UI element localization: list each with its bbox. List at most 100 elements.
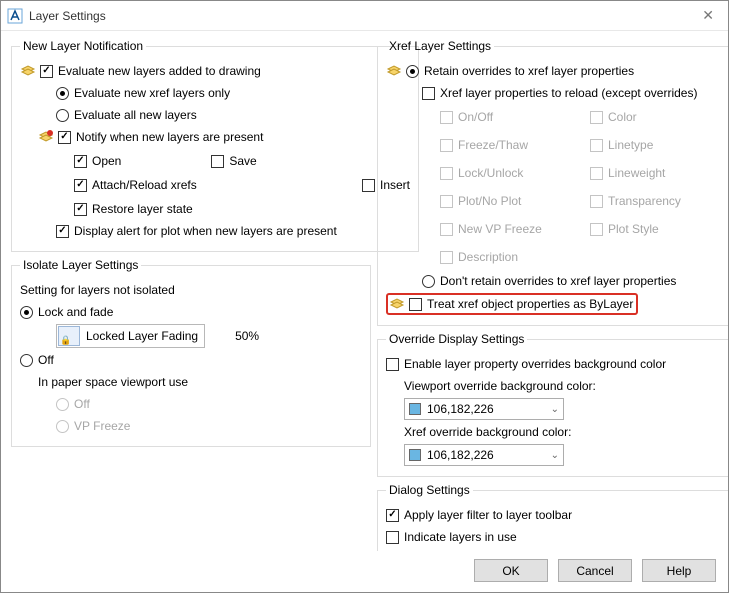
viewport-color-label: Viewport override background color: [404, 379, 596, 393]
insert-checkbox[interactable] [362, 179, 375, 192]
locked-layer-fading-label: Locked Layer Fading [86, 329, 198, 343]
highlight-box: Treat xref object properties as ByLayer [386, 293, 638, 315]
vp-freeze-label: VP Freeze [74, 419, 130, 433]
display-alert-checkbox[interactable]: ✓ [56, 225, 69, 238]
linetype-checkbox [590, 139, 603, 152]
dialog-settings-group: Dialog Settings ✓ Apply layer filter to … [377, 483, 728, 551]
locked-layer-fading-control[interactable]: Locked Layer Fading [56, 324, 205, 348]
xref-reload-checkbox[interactable] [422, 87, 435, 100]
in-paper-label: In paper space viewport use [38, 375, 188, 389]
chevron-down-icon: ⌄ [551, 450, 559, 461]
fade-percent: 50% [235, 329, 259, 343]
indicate-layers-label: Indicate layers in use [404, 530, 517, 544]
evaluate-new-label: Evaluate new layers added to drawing [58, 64, 261, 78]
off-label: Off [38, 353, 54, 367]
xref-color-value: 106,182,226 [427, 448, 494, 462]
plot-checkbox [440, 195, 453, 208]
color-swatch-icon [409, 449, 421, 461]
color-label: Color [608, 110, 637, 124]
plotstyle-checkbox [590, 223, 603, 236]
freeze-label: Freeze/Thaw [458, 138, 528, 152]
retain-label: Retain overrides to xref layer propertie… [424, 64, 634, 78]
plot-label: Plot/No Plot [458, 194, 521, 208]
apply-filter-label: Apply layer filter to layer toolbar [404, 508, 572, 522]
description-label: Description [458, 250, 518, 264]
cancel-button[interactable]: Cancel [558, 559, 632, 582]
xref-reload-label: Xref layer properties to reload (except … [440, 86, 697, 100]
lineweight-checkbox [590, 167, 603, 180]
retain-radio[interactable] [406, 65, 419, 78]
isolate-layer-settings-group: Isolate Layer Settings Setting for layer… [11, 258, 371, 447]
viewport-color-combo[interactable]: 106,182,226 ⌄ [404, 398, 564, 420]
layers-notify-icon [38, 129, 54, 145]
treat-bylayer-label: Treat xref object properties as ByLayer [427, 297, 633, 311]
restore-label: Restore layer state [92, 202, 193, 216]
group-legend: Override Display Settings [386, 332, 527, 346]
eval-xref-only-label: Evaluate new xref layers only [74, 86, 230, 100]
plotstyle-label: Plot Style [608, 222, 659, 236]
window-title: Layer Settings [29, 9, 694, 23]
apply-filter-checkbox[interactable]: ✓ [386, 509, 399, 522]
override-display-settings-group: Override Display Settings Enable layer p… [377, 332, 728, 477]
eval-all-label: Evaluate all new layers [74, 108, 197, 122]
lock-fade-label: Lock and fade [38, 305, 113, 319]
save-label: Save [229, 154, 256, 168]
newvp-checkbox [440, 223, 453, 236]
color-swatch-icon [409, 403, 421, 415]
lock-checkbox [440, 167, 453, 180]
layers-icon [20, 63, 36, 79]
dont-retain-label: Don't retain overrides to xref layer pro… [440, 274, 676, 288]
attach-reload-label: Attach/Reload xrefs [92, 178, 197, 192]
ps-off-label: Off [74, 397, 90, 411]
vp-freeze-radio [56, 420, 69, 433]
close-icon[interactable]: ✕ [694, 5, 722, 26]
evaluate-new-checkbox[interactable]: ✓ [40, 65, 53, 78]
viewport-color-value: 106,182,226 [427, 402, 494, 416]
notify-present-checkbox[interactable]: ✓ [58, 131, 71, 144]
dont-retain-radio[interactable] [422, 275, 435, 288]
xref-layers-icon [386, 63, 402, 79]
eval-all-radio[interactable] [56, 109, 69, 122]
open-label: Open [92, 154, 121, 168]
enable-override-label: Enable layer property overrides backgrou… [404, 357, 666, 371]
app-icon [7, 8, 23, 24]
ps-off-radio [56, 398, 69, 411]
onoff-label: On/Off [458, 110, 493, 124]
restore-checkbox[interactable]: ✓ [74, 203, 87, 216]
description-checkbox [440, 251, 453, 264]
locked-layer-thumb-icon [58, 326, 80, 346]
group-legend: Isolate Layer Settings [20, 258, 141, 272]
setting-for-label: Setting for layers not isolated [20, 283, 175, 297]
newvp-label: New VP Freeze [458, 222, 542, 236]
color-checkbox [590, 111, 603, 124]
linetype-label: Linetype [608, 138, 653, 152]
save-checkbox[interactable] [211, 155, 224, 168]
ok-button[interactable]: OK [474, 559, 548, 582]
enable-override-checkbox[interactable] [386, 358, 399, 371]
treat-bylayer-checkbox[interactable] [409, 298, 422, 311]
chevron-down-icon: ⌄ [551, 404, 559, 415]
xref-color-combo[interactable]: 106,182,226 ⌄ [404, 444, 564, 466]
lock-label: Lock/Unlock [458, 166, 523, 180]
xref-color-label: Xref override background color: [404, 425, 571, 439]
notify-present-label: Notify when new layers are present [76, 130, 263, 144]
new-layer-notification-group: New Layer Notification ✓ Evaluate new la… [11, 39, 419, 252]
attach-reload-checkbox[interactable]: ✓ [74, 179, 87, 192]
help-button[interactable]: Help [642, 559, 716, 582]
lock-fade-radio[interactable] [20, 306, 33, 319]
eval-xref-only-radio[interactable] [56, 87, 69, 100]
group-legend: New Layer Notification [20, 39, 146, 53]
xref-layer-settings-group: Xref Layer Settings Retain overrides to … [377, 39, 728, 326]
open-checkbox[interactable]: ✓ [74, 155, 87, 168]
freeze-checkbox [440, 139, 453, 152]
xref-bylayer-icon [389, 296, 405, 312]
lineweight-label: Lineweight [608, 166, 665, 180]
group-legend: Dialog Settings [386, 483, 473, 497]
group-legend: Xref Layer Settings [386, 39, 494, 53]
indicate-layers-checkbox[interactable] [386, 531, 399, 544]
off-radio[interactable] [20, 354, 33, 367]
display-alert-label: Display alert for plot when new layers a… [74, 224, 337, 238]
onoff-checkbox [440, 111, 453, 124]
transparency-label: Transparency [608, 194, 681, 208]
transparency-checkbox [590, 195, 603, 208]
